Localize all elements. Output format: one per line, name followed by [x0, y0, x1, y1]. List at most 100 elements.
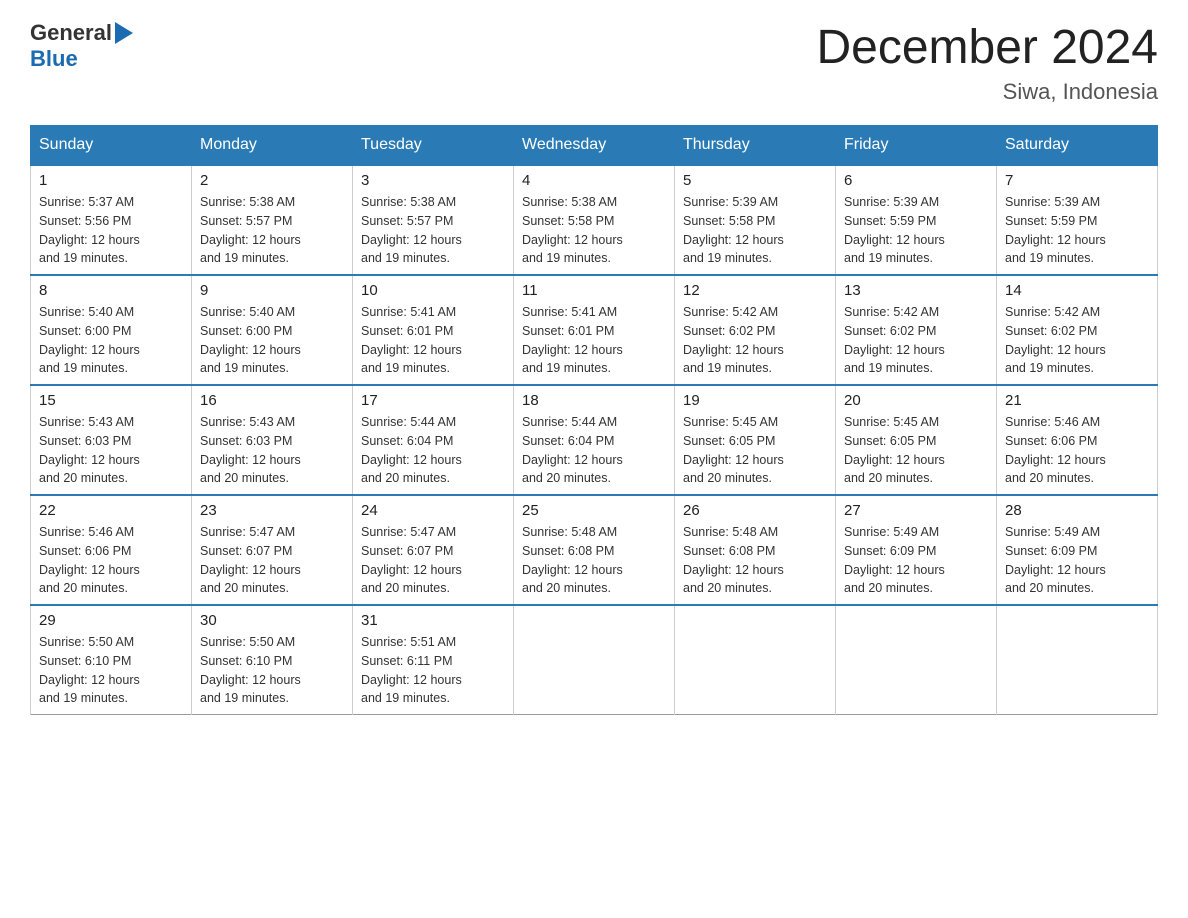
- header-tuesday: Tuesday: [353, 126, 514, 166]
- header-saturday: Saturday: [997, 126, 1158, 166]
- day-info: Sunrise: 5:42 AM Sunset: 6:02 PM Dayligh…: [1005, 303, 1149, 378]
- location-title: Siwa, Indonesia: [816, 79, 1158, 105]
- day-info: Sunrise: 5:37 AM Sunset: 5:56 PM Dayligh…: [39, 193, 183, 268]
- calendar-cell: 1 Sunrise: 5:37 AM Sunset: 5:56 PM Dayli…: [31, 165, 192, 275]
- calendar-cell: 4 Sunrise: 5:38 AM Sunset: 5:58 PM Dayli…: [514, 165, 675, 275]
- day-number: 12: [683, 282, 827, 299]
- day-number: 3: [361, 172, 505, 189]
- header-sunday: Sunday: [31, 126, 192, 166]
- day-number: 27: [844, 502, 988, 519]
- month-title: December 2024: [816, 20, 1158, 75]
- day-number: 6: [844, 172, 988, 189]
- day-number: 9: [200, 282, 344, 299]
- day-info: Sunrise: 5:45 AM Sunset: 6:05 PM Dayligh…: [683, 413, 827, 488]
- day-number: 13: [844, 282, 988, 299]
- day-number: 1: [39, 172, 183, 189]
- calendar-cell: 9 Sunrise: 5:40 AM Sunset: 6:00 PM Dayli…: [192, 275, 353, 385]
- calendar-week-3: 15 Sunrise: 5:43 AM Sunset: 6:03 PM Dayl…: [31, 385, 1158, 495]
- calendar-cell: 13 Sunrise: 5:42 AM Sunset: 6:02 PM Dayl…: [836, 275, 997, 385]
- day-info: Sunrise: 5:46 AM Sunset: 6:06 PM Dayligh…: [1005, 413, 1149, 488]
- day-number: 16: [200, 392, 344, 409]
- day-info: Sunrise: 5:42 AM Sunset: 6:02 PM Dayligh…: [683, 303, 827, 378]
- day-info: Sunrise: 5:42 AM Sunset: 6:02 PM Dayligh…: [844, 303, 988, 378]
- day-number: 19: [683, 392, 827, 409]
- day-number: 25: [522, 502, 666, 519]
- day-info: Sunrise: 5:43 AM Sunset: 6:03 PM Dayligh…: [39, 413, 183, 488]
- day-number: 14: [1005, 282, 1149, 299]
- day-info: Sunrise: 5:48 AM Sunset: 6:08 PM Dayligh…: [522, 523, 666, 598]
- page-header: General Blue December 2024 Siwa, Indones…: [30, 20, 1158, 105]
- day-info: Sunrise: 5:40 AM Sunset: 6:00 PM Dayligh…: [200, 303, 344, 378]
- day-number: 15: [39, 392, 183, 409]
- calendar-cell: 24 Sunrise: 5:47 AM Sunset: 6:07 PM Dayl…: [353, 495, 514, 605]
- header-thursday: Thursday: [675, 126, 836, 166]
- day-number: 22: [39, 502, 183, 519]
- day-number: 21: [1005, 392, 1149, 409]
- calendar-table: Sunday Monday Tuesday Wednesday Thursday…: [30, 125, 1158, 715]
- day-number: 29: [39, 612, 183, 629]
- calendar-week-4: 22 Sunrise: 5:46 AM Sunset: 6:06 PM Dayl…: [31, 495, 1158, 605]
- calendar-cell: 19 Sunrise: 5:45 AM Sunset: 6:05 PM Dayl…: [675, 385, 836, 495]
- calendar-cell: 3 Sunrise: 5:38 AM Sunset: 5:57 PM Dayli…: [353, 165, 514, 275]
- logo-triangle-icon: [115, 22, 133, 44]
- day-info: Sunrise: 5:41 AM Sunset: 6:01 PM Dayligh…: [361, 303, 505, 378]
- calendar-cell: 17 Sunrise: 5:44 AM Sunset: 6:04 PM Dayl…: [353, 385, 514, 495]
- calendar-week-5: 29 Sunrise: 5:50 AM Sunset: 6:10 PM Dayl…: [31, 605, 1158, 715]
- day-info: Sunrise: 5:38 AM Sunset: 5:57 PM Dayligh…: [200, 193, 344, 268]
- calendar-cell: 12 Sunrise: 5:42 AM Sunset: 6:02 PM Dayl…: [675, 275, 836, 385]
- calendar-cell: 25 Sunrise: 5:48 AM Sunset: 6:08 PM Dayl…: [514, 495, 675, 605]
- day-info: Sunrise: 5:50 AM Sunset: 6:10 PM Dayligh…: [200, 633, 344, 708]
- calendar-cell: 27 Sunrise: 5:49 AM Sunset: 6:09 PM Dayl…: [836, 495, 997, 605]
- day-info: Sunrise: 5:38 AM Sunset: 5:58 PM Dayligh…: [522, 193, 666, 268]
- calendar-cell: 26 Sunrise: 5:48 AM Sunset: 6:08 PM Dayl…: [675, 495, 836, 605]
- calendar-cell: 7 Sunrise: 5:39 AM Sunset: 5:59 PM Dayli…: [997, 165, 1158, 275]
- day-info: Sunrise: 5:45 AM Sunset: 6:05 PM Dayligh…: [844, 413, 988, 488]
- calendar-cell: [514, 605, 675, 715]
- logo-general-text: General: [30, 20, 112, 46]
- calendar-cell: 29 Sunrise: 5:50 AM Sunset: 6:10 PM Dayl…: [31, 605, 192, 715]
- day-info: Sunrise: 5:39 AM Sunset: 5:59 PM Dayligh…: [844, 193, 988, 268]
- day-number: 20: [844, 392, 988, 409]
- calendar-cell: 11 Sunrise: 5:41 AM Sunset: 6:01 PM Dayl…: [514, 275, 675, 385]
- day-info: Sunrise: 5:49 AM Sunset: 6:09 PM Dayligh…: [1005, 523, 1149, 598]
- day-number: 2: [200, 172, 344, 189]
- calendar-cell: 5 Sunrise: 5:39 AM Sunset: 5:58 PM Dayli…: [675, 165, 836, 275]
- calendar-cell: 31 Sunrise: 5:51 AM Sunset: 6:11 PM Dayl…: [353, 605, 514, 715]
- day-info: Sunrise: 5:38 AM Sunset: 5:57 PM Dayligh…: [361, 193, 505, 268]
- day-info: Sunrise: 5:44 AM Sunset: 6:04 PM Dayligh…: [361, 413, 505, 488]
- day-number: 8: [39, 282, 183, 299]
- title-section: December 2024 Siwa, Indonesia: [816, 20, 1158, 105]
- day-number: 17: [361, 392, 505, 409]
- calendar-cell: 15 Sunrise: 5:43 AM Sunset: 6:03 PM Dayl…: [31, 385, 192, 495]
- day-number: 24: [361, 502, 505, 519]
- day-info: Sunrise: 5:47 AM Sunset: 6:07 PM Dayligh…: [200, 523, 344, 598]
- day-info: Sunrise: 5:43 AM Sunset: 6:03 PM Dayligh…: [200, 413, 344, 488]
- day-number: 30: [200, 612, 344, 629]
- day-info: Sunrise: 5:44 AM Sunset: 6:04 PM Dayligh…: [522, 413, 666, 488]
- day-info: Sunrise: 5:46 AM Sunset: 6:06 PM Dayligh…: [39, 523, 183, 598]
- header-wednesday: Wednesday: [514, 126, 675, 166]
- calendar-cell: [836, 605, 997, 715]
- calendar-week-2: 8 Sunrise: 5:40 AM Sunset: 6:00 PM Dayli…: [31, 275, 1158, 385]
- calendar-cell: 14 Sunrise: 5:42 AM Sunset: 6:02 PM Dayl…: [997, 275, 1158, 385]
- day-number: 28: [1005, 502, 1149, 519]
- calendar-header-row: Sunday Monday Tuesday Wednesday Thursday…: [31, 126, 1158, 166]
- day-info: Sunrise: 5:49 AM Sunset: 6:09 PM Dayligh…: [844, 523, 988, 598]
- day-number: 10: [361, 282, 505, 299]
- day-info: Sunrise: 5:39 AM Sunset: 5:59 PM Dayligh…: [1005, 193, 1149, 268]
- day-info: Sunrise: 5:51 AM Sunset: 6:11 PM Dayligh…: [361, 633, 505, 708]
- day-number: 31: [361, 612, 505, 629]
- day-number: 23: [200, 502, 344, 519]
- day-info: Sunrise: 5:40 AM Sunset: 6:00 PM Dayligh…: [39, 303, 183, 378]
- logo: General Blue: [30, 20, 135, 72]
- calendar-cell: 10 Sunrise: 5:41 AM Sunset: 6:01 PM Dayl…: [353, 275, 514, 385]
- day-info: Sunrise: 5:48 AM Sunset: 6:08 PM Dayligh…: [683, 523, 827, 598]
- day-number: 18: [522, 392, 666, 409]
- calendar-cell: 8 Sunrise: 5:40 AM Sunset: 6:00 PM Dayli…: [31, 275, 192, 385]
- logo-blue-text: Blue: [30, 46, 78, 71]
- calendar-cell: 22 Sunrise: 5:46 AM Sunset: 6:06 PM Dayl…: [31, 495, 192, 605]
- calendar-cell: 21 Sunrise: 5:46 AM Sunset: 6:06 PM Dayl…: [997, 385, 1158, 495]
- calendar-cell: 28 Sunrise: 5:49 AM Sunset: 6:09 PM Dayl…: [997, 495, 1158, 605]
- calendar-cell: 2 Sunrise: 5:38 AM Sunset: 5:57 PM Dayli…: [192, 165, 353, 275]
- calendar-cell: 23 Sunrise: 5:47 AM Sunset: 6:07 PM Dayl…: [192, 495, 353, 605]
